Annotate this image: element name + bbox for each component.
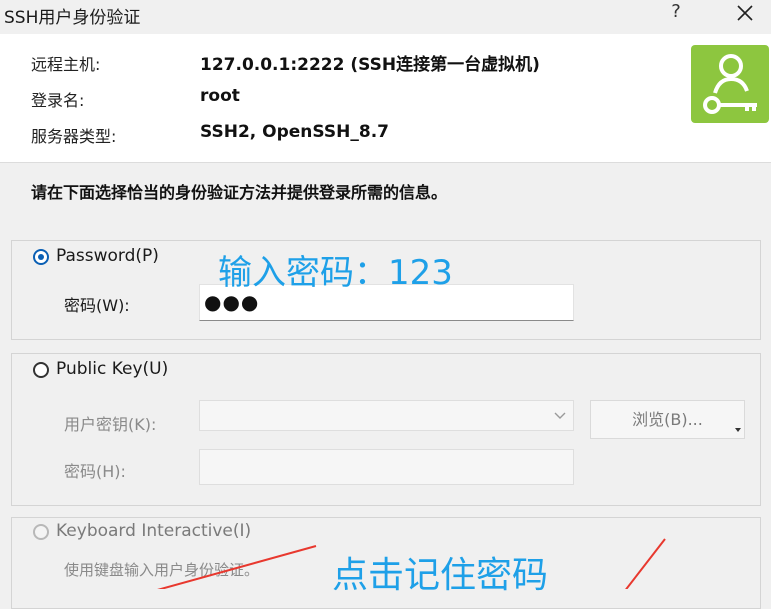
host-value: 127.0.0.1:2222 (SSH连接第一台虚拟机) xyxy=(200,55,540,75)
instruction-text: 请在下面选择恰当的身份验证方法并提供登录所需的信息。 xyxy=(31,183,448,202)
server-type-label: 服务器类型: xyxy=(31,127,117,146)
password-field-label: 密码(W): xyxy=(64,296,130,315)
passphrase-input[interactable] xyxy=(199,449,574,485)
keyboard-interactive-radio[interactable] xyxy=(33,524,49,540)
connection-info-panel: 远程主机: 127.0.0.1:2222 (SSH连接第一台虚拟机) 登录名: … xyxy=(0,34,771,163)
public-key-radio-label[interactable]: Public Key(U) xyxy=(56,359,168,379)
user-key-badge xyxy=(691,45,769,123)
browse-button-label: 浏览(B)... xyxy=(632,410,703,429)
keyboard-interactive-radio-label[interactable]: Keyboard Interactive(I) xyxy=(56,521,251,541)
password-radio-label[interactable]: Password(P) xyxy=(56,246,159,266)
passphrase-label: 密码(H): xyxy=(64,462,126,481)
user-value: root xyxy=(200,86,240,106)
chevron-down-icon xyxy=(554,412,566,419)
title-bar: SSH用户身份验证 ? xyxy=(0,0,771,34)
user-key-select[interactable] xyxy=(199,400,574,431)
close-button[interactable] xyxy=(725,0,765,26)
password-radio[interactable] xyxy=(33,249,49,265)
server-type-value: SSH2, OpenSSH_8.7 xyxy=(200,122,389,142)
user-key-label: 用户密钥(K): xyxy=(64,415,157,434)
close-icon xyxy=(737,5,753,21)
keyboard-interactive-description: 使用键盘输入用户身份验证。 xyxy=(64,561,260,579)
help-button[interactable]: ? xyxy=(660,0,692,26)
dropdown-arrow-icon xyxy=(735,428,741,432)
annotation-enter-password: 输入密码：123 xyxy=(218,253,453,293)
user-key-icon xyxy=(703,54,757,114)
host-label: 远程主机: xyxy=(31,55,101,74)
browse-button[interactable]: 浏览(B)... xyxy=(590,400,745,439)
public-key-group: Public Key(U) 用户密钥(K): 浏览(B)... 密码(H): xyxy=(11,353,761,506)
window-title: SSH用户身份验证 xyxy=(4,8,141,28)
public-key-radio[interactable] xyxy=(33,362,49,378)
annotation-click-remember: 点击记住密码 xyxy=(332,555,549,596)
user-label: 登录名: xyxy=(31,91,85,110)
